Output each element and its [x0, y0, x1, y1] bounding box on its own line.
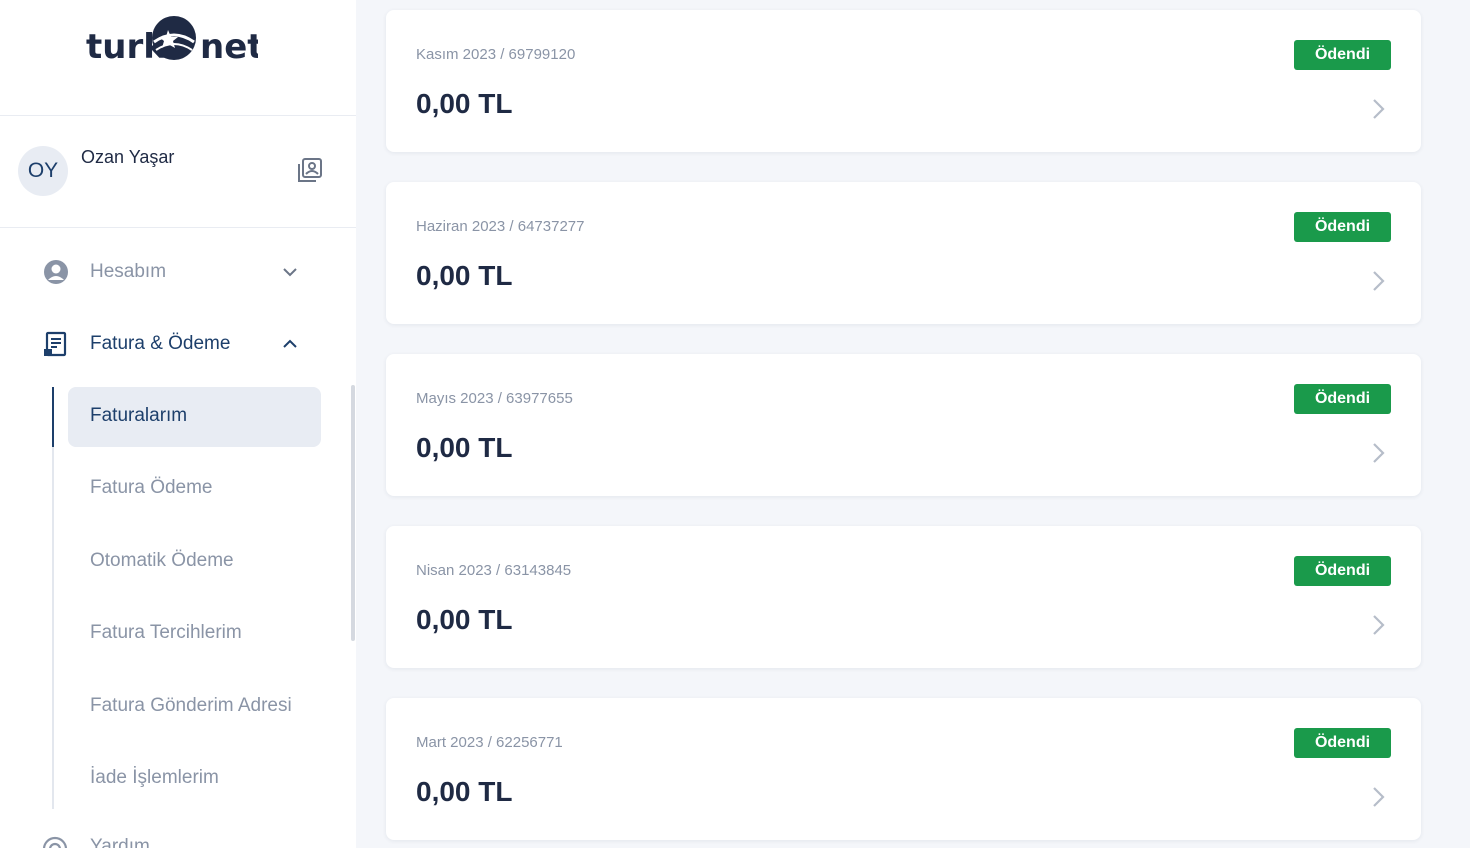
submenu-track: [52, 387, 54, 809]
invoice-card[interactable]: Mayıs 2023 / 63977655 0,00 TL Ödendi: [386, 354, 1421, 496]
sidebar-item-auto-payment[interactable]: Otomatik Ödeme: [68, 532, 321, 592]
turknet-logo[interactable]: turk net: [86, 14, 258, 66]
chevron-down-icon: [280, 262, 300, 282]
nav-item-account[interactable]: Hesabım: [0, 248, 356, 296]
user-circle-icon: [42, 258, 70, 286]
invoice-amount: 0,00 TL: [416, 260, 513, 291]
sidebar-item-invoice-preferences[interactable]: Fatura Tercihlerim: [68, 604, 321, 664]
sidebar-item-label: Otomatik Ödeme: [90, 550, 234, 571]
invoice-period: Nisan 2023 / 63143845: [416, 562, 572, 579]
sidebar-item-label: Faturalarım: [90, 405, 188, 426]
svg-text:net: net: [200, 27, 258, 66]
sidebar-divider: [0, 227, 356, 228]
invoice-amount: 0,00 TL: [416, 432, 513, 463]
sidebar-divider: [0, 115, 356, 116]
turknet-logo-graphic: turk net: [86, 16, 258, 66]
invoice-icon: [42, 330, 70, 358]
chevron-right-icon: [1368, 440, 1388, 466]
avatar: OY: [18, 146, 68, 196]
status-badge: Ödendi: [1294, 384, 1391, 414]
sidebar-item-invoice-address[interactable]: Fatura Gönderim Adresi: [68, 677, 321, 737]
chevron-right-icon: [1368, 96, 1388, 122]
invoice-card[interactable]: Haziran 2023 / 64737277 0,00 TL Ödendi: [386, 182, 1421, 324]
nav-item-label: Fatura & Ödeme: [90, 333, 231, 354]
sidebar-item-invoices[interactable]: Faturalarım: [68, 387, 321, 447]
invoice-period: Kasım 2023 / 69799120: [416, 46, 576, 63]
invoice-card[interactable]: Mart 2023 / 62256771 0,00 TL Ödendi: [386, 698, 1421, 840]
sidebar-scrollbar[interactable]: [351, 385, 355, 641]
sidebar-item-invoice-payment[interactable]: Fatura Ödeme: [68, 459, 321, 519]
invoice-period: Mart 2023 / 62256771: [416, 734, 563, 751]
invoice-amount: 0,00 TL: [416, 88, 513, 119]
submenu-active-indicator: [52, 387, 54, 447]
chevron-right-icon: [1368, 268, 1388, 294]
invoice-period: Haziran 2023 / 64737277: [416, 218, 585, 235]
nav-item-label: Yardım: [90, 836, 150, 848]
nav-item-billing[interactable]: Fatura & Ödeme: [0, 320, 356, 368]
invoice-period: Mayıs 2023 / 63977655: [416, 390, 573, 407]
sidebar-item-label: Fatura Gönderim Adresi: [90, 695, 292, 716]
status-badge: Ödendi: [1294, 40, 1391, 70]
user-name: Ozan Yaşar: [81, 147, 175, 167]
sidebar-item-refunds[interactable]: İade İşlemlerim: [68, 749, 321, 809]
sidebar: turk net OY Ozan Yaşar Hesabım Fatura & …: [0, 0, 356, 848]
chevron-right-icon: [1368, 612, 1388, 638]
chevron-up-icon: [280, 334, 300, 354]
invoice-card[interactable]: Nisan 2023 / 63143845 0,00 TL Ödendi: [386, 526, 1421, 668]
status-badge: Ödendi: [1294, 728, 1391, 758]
invoice-amount: 0,00 TL: [416, 604, 513, 635]
invoice-amount: 0,00 TL: [416, 776, 513, 807]
status-badge: Ödendi: [1294, 212, 1391, 242]
sidebar-item-label: Fatura Tercihlerim: [90, 622, 242, 643]
invoice-card[interactable]: Kasım 2023 / 69799120 0,00 TL Ödendi: [386, 10, 1421, 152]
nav-item-label: Hesabım: [90, 261, 167, 282]
sidebar-item-label: İade İşlemlerim: [90, 767, 219, 788]
help-icon: [42, 836, 68, 848]
profile-card-icon[interactable]: [296, 156, 324, 184]
status-badge: Ödendi: [1294, 556, 1391, 586]
sidebar-item-label: Fatura Ödeme: [90, 477, 213, 498]
chevron-right-icon: [1368, 784, 1388, 810]
